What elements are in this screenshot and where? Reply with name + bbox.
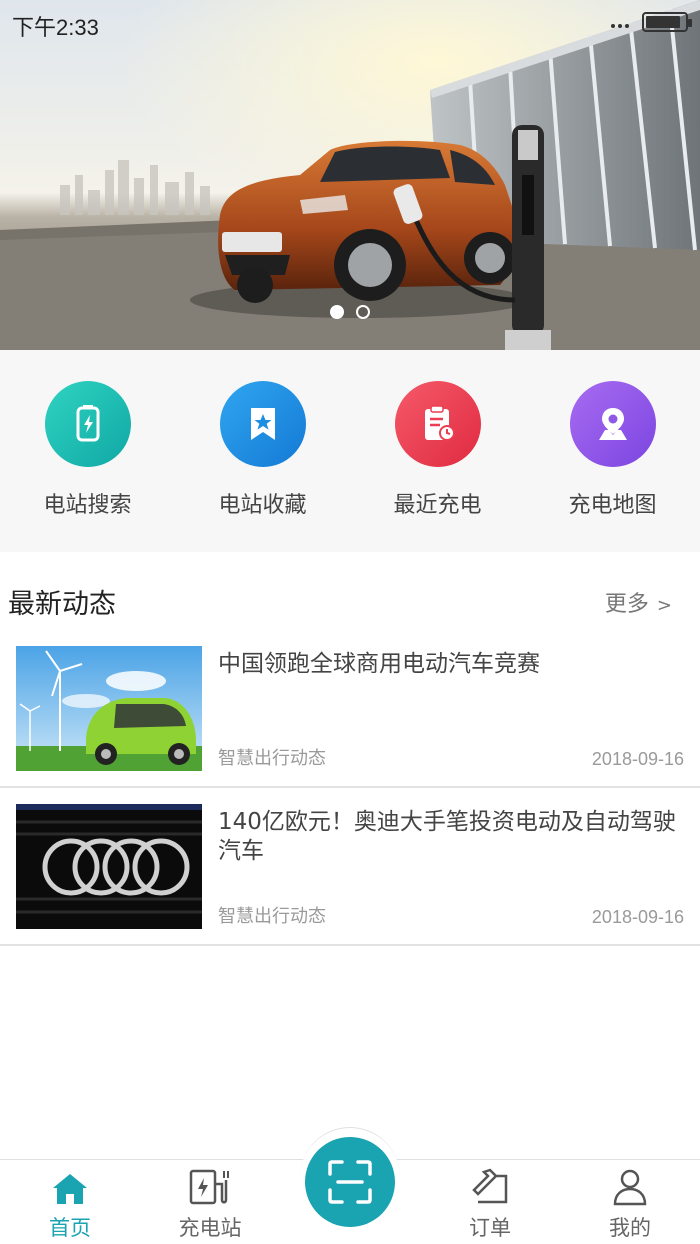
tab-label-charging-station: 充电站 bbox=[178, 1216, 242, 1240]
news-item[interactable]: 中国领跑全球商用电动汽车竞赛 智慧出行动态 2018-09-16 bbox=[0, 630, 700, 788]
banner-carousel[interactable]: 下午2:33 bbox=[0, 0, 700, 350]
news-header: 最新动态 更多 > bbox=[0, 552, 700, 640]
news-item-title: 140亿欧元！奥迪大手笔投资电动及自动驾驶汽车 bbox=[218, 809, 676, 864]
chevron-right-icon: > bbox=[656, 595, 672, 616]
news-more-link[interactable]: 更多 > bbox=[605, 586, 672, 618]
signal-icon bbox=[611, 13, 632, 32]
quick-item-charging-map[interactable]: 充电地图 bbox=[525, 350, 700, 552]
status-time: 下午2:33 bbox=[12, 15, 99, 40]
tab-label-orders: 订单 bbox=[469, 1216, 511, 1240]
quick-item-station-favorites[interactable]: 电站收藏 bbox=[175, 350, 350, 552]
quick-label-charging-map: 充电地图 bbox=[568, 493, 657, 518]
news-item[interactable]: 140亿欧元！奥迪大手笔投资电动及自动驾驶汽车 智慧出行动态 2018-09-1… bbox=[0, 788, 700, 946]
home-icon bbox=[51, 1166, 89, 1206]
tab-home[interactable]: 首页 bbox=[10, 1160, 130, 1244]
news-item-source: 智慧出行动态 bbox=[218, 906, 326, 927]
quick-label-station-search: 电站搜索 bbox=[43, 493, 132, 518]
news-thumbnail-audi-rings bbox=[16, 804, 202, 929]
news-more-label: 更多 bbox=[604, 592, 649, 617]
quick-item-recent-charging[interactable]: 最近充电 bbox=[350, 350, 525, 552]
news-item-date: 2018-09-16 bbox=[591, 749, 684, 769]
news-item-date: 2018-09-16 bbox=[591, 907, 684, 927]
scan-icon bbox=[328, 1160, 372, 1204]
clipboard-clock-icon bbox=[394, 381, 481, 467]
map-pin-icon bbox=[569, 381, 656, 467]
carousel-dot-2[interactable] bbox=[356, 305, 370, 319]
station-search-icon bbox=[44, 381, 131, 467]
charger-icon bbox=[188, 1166, 232, 1206]
tab-label-home: 首页 bbox=[49, 1216, 91, 1240]
tab-orders[interactable]: 订单 bbox=[430, 1160, 550, 1244]
news-section-title: 最新动态 bbox=[8, 589, 116, 620]
battery-icon bbox=[642, 12, 692, 32]
news-item-source: 智慧出行动态 bbox=[218, 748, 326, 769]
bookmark-star-icon bbox=[219, 381, 306, 467]
banner-image bbox=[0, 0, 700, 350]
news-thumbnail-green-car bbox=[16, 646, 202, 771]
quick-menu: 电站搜索 电站收藏 最近充电 充电地图 bbox=[0, 350, 700, 552]
order-hammer-icon bbox=[470, 1166, 510, 1206]
tab-charging-station[interactable]: 充电站 bbox=[150, 1160, 270, 1244]
user-icon bbox=[612, 1166, 648, 1206]
scan-button[interactable] bbox=[305, 1137, 395, 1227]
news-list: 中国领跑全球商用电动汽车竞赛 智慧出行动态 2018-09-16 140亿欧元！… bbox=[0, 630, 700, 946]
quick-label-recent-charging: 最近充电 bbox=[393, 493, 482, 518]
carousel-indicator[interactable] bbox=[330, 305, 370, 319]
carousel-dot-1[interactable] bbox=[330, 305, 344, 319]
quick-item-station-search[interactable]: 电站搜索 bbox=[0, 350, 175, 552]
tab-profile[interactable]: 我的 bbox=[570, 1160, 690, 1244]
news-item-title: 中国领跑全球商用电动汽车竞赛 bbox=[218, 651, 540, 677]
tab-label-profile: 我的 bbox=[609, 1216, 651, 1240]
status-icons bbox=[611, 12, 692, 32]
quick-label-station-favorites: 电站收藏 bbox=[218, 493, 307, 518]
